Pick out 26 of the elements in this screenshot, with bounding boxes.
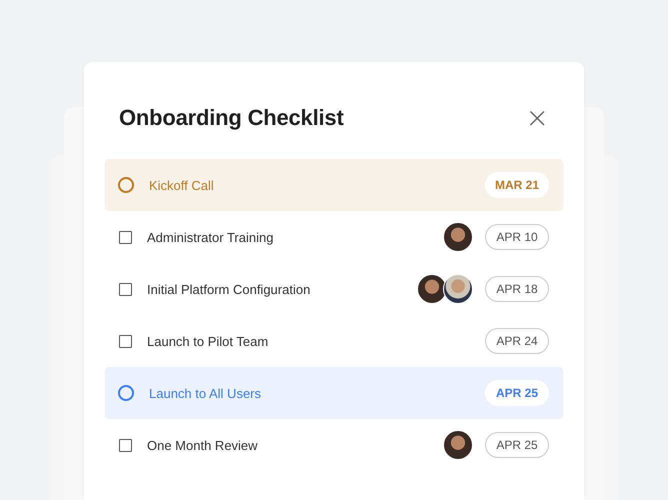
circle-icon	[118, 385, 134, 401]
task-label: Administrator Training	[147, 230, 274, 244]
date-badge: APR 10	[485, 224, 549, 250]
date-badge: APR 24	[485, 328, 549, 354]
milestone-row[interactable]: Kickoff Call MAR 21	[105, 159, 563, 211]
date-badge: APR 18	[485, 276, 549, 302]
avatar	[443, 430, 473, 460]
avatar	[417, 274, 447, 304]
date-badge: APR 25	[485, 432, 549, 458]
circle-icon	[118, 177, 134, 193]
date-badge: APR 25	[485, 380, 549, 406]
checkbox[interactable]	[119, 230, 132, 244]
checkbox[interactable]	[119, 334, 132, 348]
task-label: Kickoff Call	[149, 178, 215, 192]
task-label: Launch to Pilot Team	[147, 334, 270, 348]
checkbox[interactable]	[119, 438, 132, 452]
avatar	[443, 274, 473, 304]
task-label: One Month Review	[147, 438, 259, 452]
date-badge: MAR 21	[485, 172, 549, 198]
checkbox[interactable]	[119, 282, 132, 296]
close-button[interactable]: ×	[526, 104, 549, 132]
avatar	[443, 222, 473, 252]
task-label: Launch to All Users	[149, 386, 262, 400]
task-label: Initial Platform Configuration	[147, 282, 312, 296]
milestone-row[interactable]: Launch to All Users APR 25	[105, 367, 563, 419]
dialog-title: Onboarding Checklist	[119, 105, 344, 131]
